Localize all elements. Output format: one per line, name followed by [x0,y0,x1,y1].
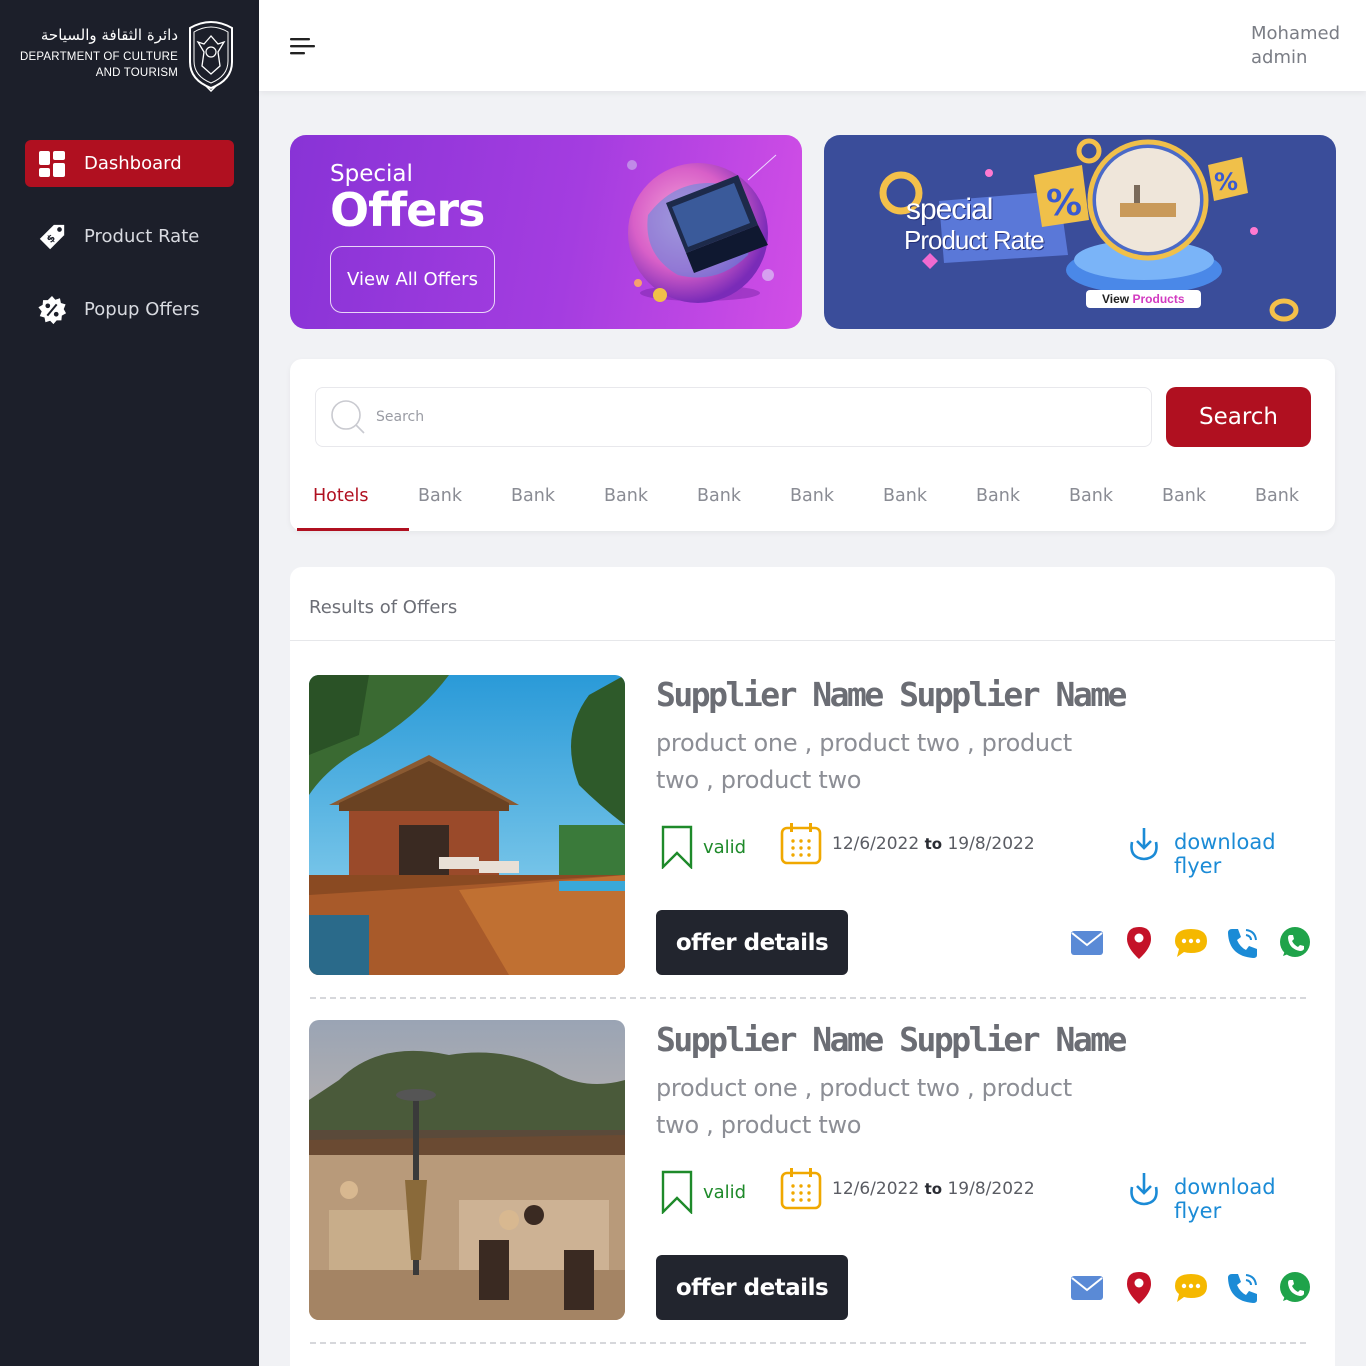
sidebar-item-popup-offers[interactable]: Popup Offers [25,286,234,333]
bookmark-icon [661,825,693,869]
supplier-name: Supplier Name Supplier Name [656,1020,1127,1059]
price-tag-icon: $ [37,222,67,252]
dct-logo[interactable]: دائرة الثقافة والسياحة DEPARTMENT OF CUL… [20,18,240,93]
svg-text:%: % [1046,183,1082,224]
logo-english-line2: AND TOURISM [95,67,178,79]
email-icon[interactable] [1069,1270,1105,1306]
download-flyer-link[interactable]: download flyer [1174,1175,1319,1223]
offer-status: valid [703,837,747,858]
location-pin-icon[interactable] [1121,925,1157,961]
offer-card: Supplier Name Supplier Name product one … [309,675,1319,975]
date-from: 12/6/2022 [832,834,920,854]
offer-details-button[interactable]: offer details [656,910,848,975]
offer-date-range: 12/6/2022 to 19/8/2022 [832,834,1035,854]
search-button[interactable]: Search [1166,387,1311,447]
tab-bank[interactable]: Bank [604,486,648,506]
calendar-icon [780,823,822,865]
offer-date-range: 12/6/2022 to 19/8/2022 [832,1179,1035,1199]
laptop-sphere-illustration [627,154,777,303]
tab-bank[interactable]: Bank [1162,486,1206,506]
user-name: Mohamed [1251,23,1341,44]
whatsapp-icon[interactable] [1277,1270,1313,1306]
special-product-rate-banner: % % special Product Rate View Products [824,135,1336,329]
banner-rate-title-small: special [906,193,993,226]
banner-offers-title-large: Offers [330,183,485,237]
supplier-name: Supplier Name Supplier Name [656,675,1127,714]
view-all-offers-button[interactable]: View All Offers [330,246,495,313]
sidebar-item-label: Dashboard [84,153,182,174]
sidebar: دائرة الثقافة والسياحة DEPARTMENT OF CUL… [0,0,259,1366]
tab-bank[interactable]: Bank [790,486,834,506]
bookmark-icon [661,1170,693,1214]
divider [290,640,1335,641]
view-products-button[interactable]: View Products [1086,290,1201,308]
date-to: 19/8/2022 [947,1179,1035,1199]
top-header: Mohamed admin [259,0,1366,91]
offer-details-button[interactable]: offer details [656,1255,848,1320]
sidebar-item-product-rate[interactable]: $ Product Rate [25,213,234,260]
offer-image-restaurant[interactable] [309,1020,625,1320]
tab-bank[interactable]: Bank [418,486,462,506]
user-role: admin [1251,47,1308,68]
tab-bank[interactable]: Bank [1255,486,1299,506]
tab-bank[interactable]: Bank [511,486,555,506]
active-tab-indicator [297,528,409,531]
view-products-label-2: Products [1132,292,1185,306]
phone-call-icon[interactable] [1225,1270,1261,1306]
offer-separator [310,1342,1306,1344]
results-title: Results of Offers [309,597,458,618]
offer-status: valid [703,1182,747,1203]
download-icon[interactable] [1127,1171,1161,1207]
svg-text:%: % [1214,168,1238,196]
offer-image-resort[interactable] [309,675,625,975]
discount-badge-icon [37,295,67,325]
category-tabs: Hotels Bank Bank Bank Bank Bank Bank Ban… [290,474,1335,531]
download-icon[interactable] [1127,826,1161,862]
tab-bank[interactable]: Bank [1069,486,1113,506]
sidebar-item-dashboard[interactable]: Dashboard [25,140,234,187]
tab-bank[interactable]: Bank [976,486,1020,506]
whatsapp-icon[interactable] [1277,925,1313,961]
date-to: 19/8/2022 [947,834,1035,854]
tab-bank[interactable]: Bank [883,486,927,506]
falcon-emblem-icon [189,21,233,92]
phone-call-icon[interactable] [1225,925,1261,961]
download-flyer-link[interactable]: download flyer [1174,830,1319,878]
user-menu[interactable]: Mohamed admin [1251,22,1340,70]
offer-card: Supplier Name Supplier Name product one … [309,1020,1319,1320]
tab-bank[interactable]: Bank [697,486,741,506]
view-products-label-1: View [1102,292,1130,306]
date-from: 12/6/2022 [832,1179,920,1199]
date-separator: to [924,1180,943,1198]
chat-icon[interactable] [1173,1270,1209,1306]
logo-english-line1: DEPARTMENT OF CULTURE [20,51,178,63]
tab-hotels[interactable]: Hotels [313,486,368,506]
sidebar-item-label: Popup Offers [84,299,200,320]
special-offers-banner: Special Offers View All Offers [290,135,802,329]
search-input[interactable] [376,409,1076,425]
logo-arabic-text: دائرة الثقافة والسياحة [40,26,178,44]
product-list: product one , product two , product two … [656,1074,1072,1139]
sidebar-item-label: Product Rate [84,226,200,247]
offer-separator [310,997,1306,999]
product-list: product one , product two , product two … [656,729,1072,794]
location-pin-icon[interactable] [1121,1270,1157,1306]
chat-icon[interactable] [1173,925,1209,961]
results-panel: Results of Offers Supplier Name Supplier… [290,567,1335,1366]
email-icon[interactable] [1069,925,1105,961]
calendar-icon [780,1168,822,1210]
dashboard-icon [37,149,67,179]
search-icon [331,400,365,434]
banner-rate-title-large: Product Rate [904,225,1045,255]
menu-toggle-icon[interactable] [290,36,316,56]
search-panel: Search Hotels Bank Bank Bank Bank Bank B… [290,359,1335,531]
search-field[interactable] [315,387,1152,447]
date-separator: to [924,835,943,853]
